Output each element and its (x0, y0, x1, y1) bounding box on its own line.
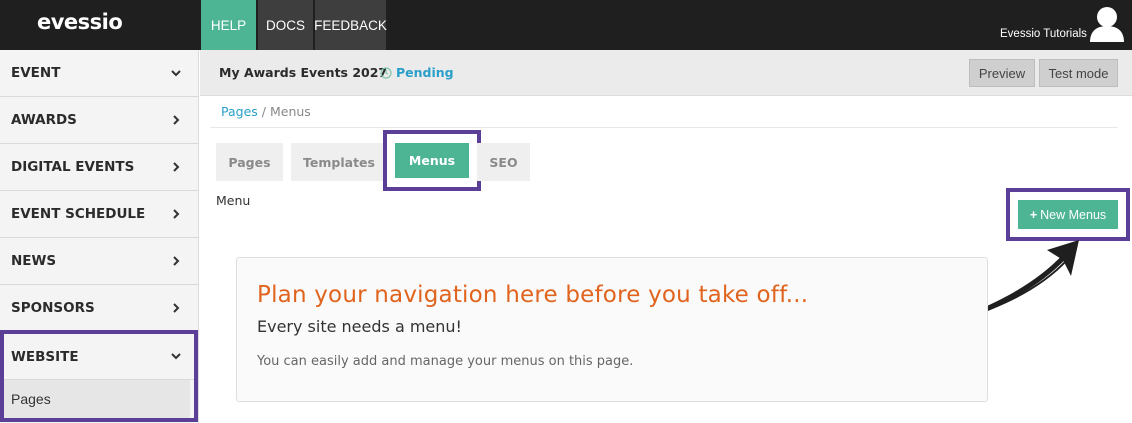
status-badge: Pending (380, 65, 454, 80)
breadcrumb: Pages / Menus (221, 104, 311, 119)
top-bar: evessio HELP DOCS FEEDBACK Evessio Tutor… (0, 0, 1132, 50)
status-text: Pending (396, 65, 454, 80)
new-menus-highlight-frame: + New Menus (1006, 188, 1130, 241)
chevron-down-icon (171, 70, 181, 77)
new-menus-button[interactable]: + New Menus (1018, 200, 1118, 229)
chevron-right-icon (173, 256, 180, 266)
sidebar-item-label: AWARDS (11, 112, 77, 128)
tab-menus[interactable]: Menus (395, 143, 469, 178)
plus-icon: + (1029, 207, 1038, 222)
clock-icon (380, 66, 392, 79)
user-name[interactable]: Evessio Tutorials (1000, 28, 1087, 40)
menu-section-label: Menu (216, 193, 251, 208)
sidebar-item-news[interactable]: NEWS (0, 238, 199, 285)
chevron-down-icon (171, 353, 181, 360)
breadcrumb-current: Menus (269, 104, 311, 119)
card-title: Plan your navigation here before you tak… (257, 282, 809, 308)
sidebar-item-label: WEBSITE (11, 348, 79, 365)
sidebar-item-website[interactable]: WEBSITE (4, 334, 194, 380)
sidebar-item-label: SPONSORS (11, 300, 95, 316)
tab-pages[interactable]: Pages (216, 143, 283, 181)
feedback-button[interactable]: FEEDBACK (314, 0, 387, 50)
website-highlight-frame: WEBSITE Pages (0, 330, 198, 422)
event-header: My Awards Events 2027 Pending Preview Te… (200, 50, 1132, 96)
tab-templates[interactable]: Templates (291, 143, 387, 181)
chevron-right-icon (173, 303, 180, 313)
sidebar-item-sponsors[interactable]: SPONSORS (0, 285, 199, 332)
chevron-right-icon (173, 209, 180, 219)
card-subtitle: Every site needs a menu! (257, 317, 462, 336)
sidebar-item-label: EVENT (11, 65, 61, 81)
sidebar-item-digital-events[interactable]: DIGITAL EVENTS (0, 144, 199, 191)
chevron-right-icon (173, 162, 180, 172)
sidebar-item-awards[interactable]: AWARDS (0, 97, 199, 144)
preview-button[interactable]: Preview (969, 59, 1035, 87)
breadcrumb-divider (210, 127, 1118, 128)
sidebar-item-event-schedule[interactable]: EVENT SCHEDULE (0, 191, 199, 238)
test-mode-button[interactable]: Test mode (1039, 59, 1118, 87)
card-description: You can easily add and manage your menus… (257, 354, 634, 369)
new-menus-label: New Menus (1040, 207, 1107, 222)
sidebar-item-label: EVENT SCHEDULE (11, 206, 146, 222)
sidebar-item-event[interactable]: EVENT (0, 50, 199, 97)
breadcrumb-pages-link[interactable]: Pages (221, 104, 258, 119)
help-button[interactable]: HELP (201, 0, 256, 50)
docs-button[interactable]: DOCS (258, 0, 313, 50)
sidebar-subitem-pages[interactable]: Pages (4, 380, 190, 418)
menus-tab-highlight-frame: Menus (383, 130, 481, 191)
user-avatar-icon[interactable] (1088, 4, 1126, 42)
evessio-logo[interactable]: evessio (37, 10, 123, 34)
sidebar-item-label: NEWS (11, 253, 57, 269)
chevron-right-icon (173, 115, 180, 125)
event-title: My Awards Events 2027 (219, 65, 388, 80)
tab-seo[interactable]: SEO (477, 143, 530, 181)
empty-state-card: Plan your navigation here before you tak… (236, 257, 988, 402)
breadcrumb-separator: / (261, 104, 266, 119)
sidebar-item-label: DIGITAL EVENTS (11, 159, 135, 175)
